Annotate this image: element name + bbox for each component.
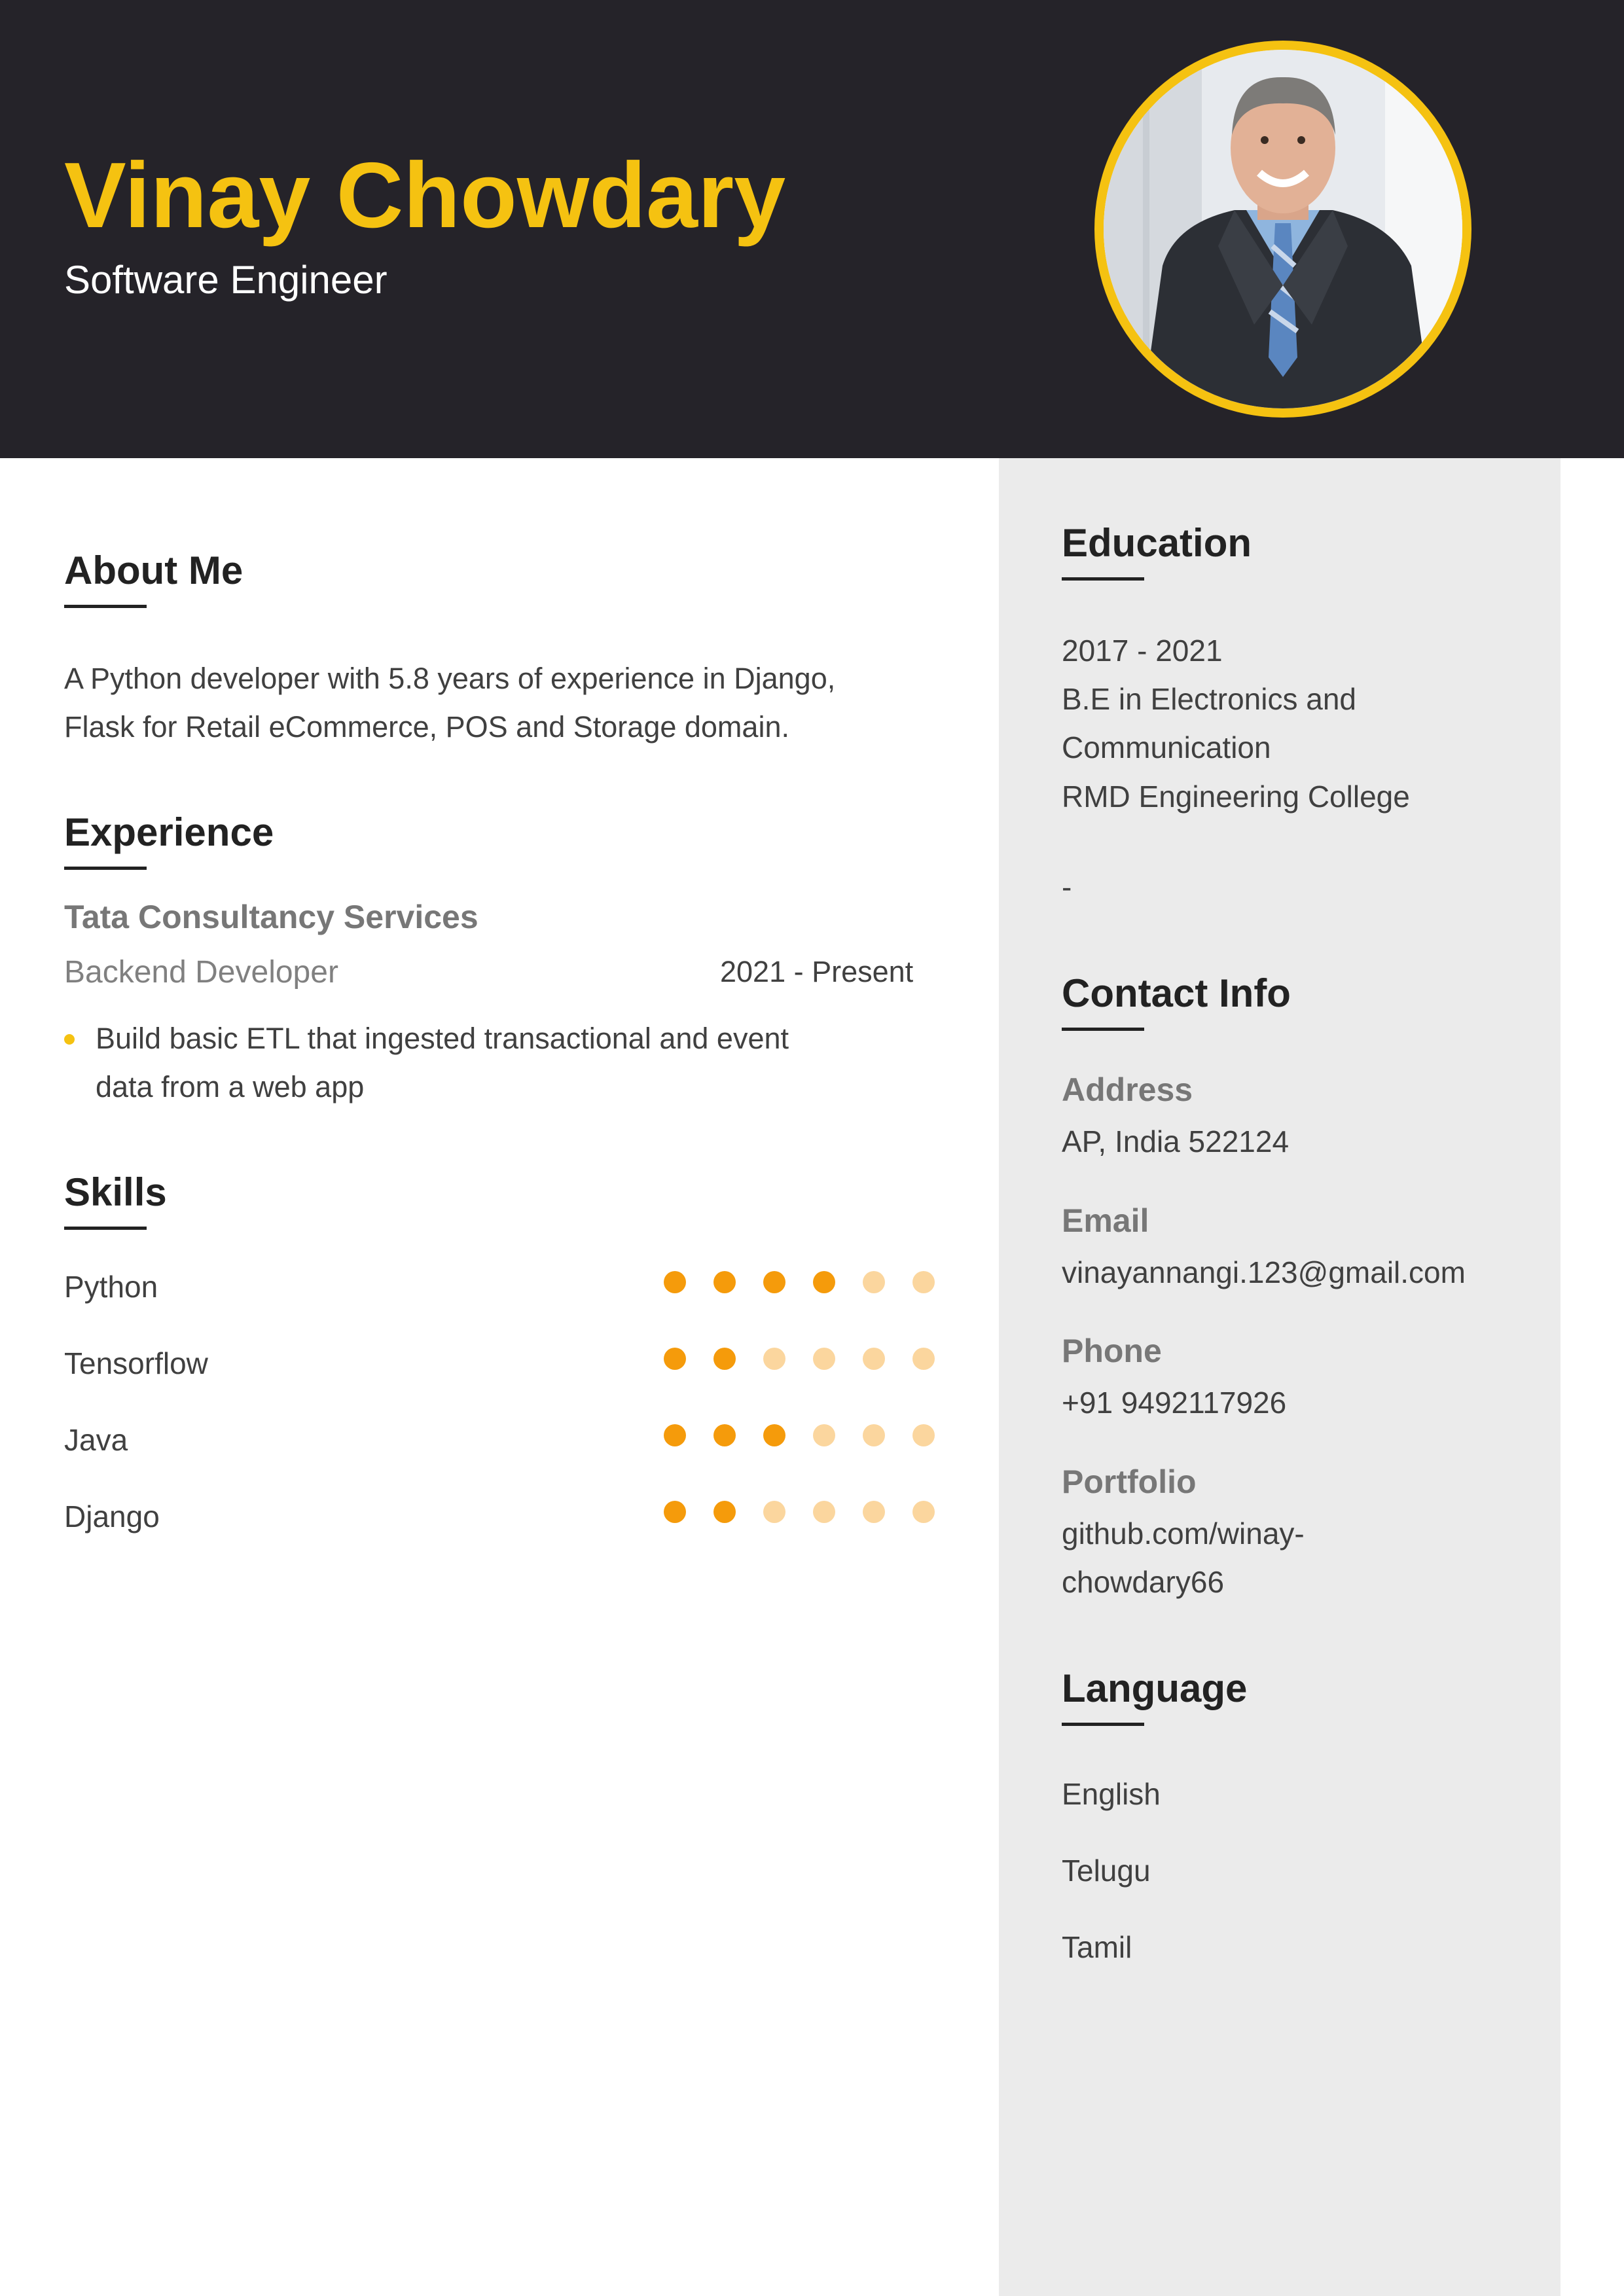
skill-rating (664, 1424, 939, 1448)
language-heading: Language (1062, 1666, 1248, 1710)
skill-dot (813, 1424, 835, 1446)
contact-underline (1062, 1028, 1144, 1031)
education-degree-line-2: Communication (1062, 730, 1271, 764)
skill-dot (664, 1501, 686, 1523)
phone-value[interactable]: +91 9492117926 (1062, 1378, 1286, 1427)
skill-dot (713, 1501, 736, 1523)
skill-dot (863, 1271, 885, 1293)
profile-photo-frame (1094, 41, 1471, 418)
portfolio-label: Portfolio (1062, 1463, 1197, 1500)
company-name: Tata Consultancy Services (64, 899, 478, 935)
skill-dot (912, 1424, 935, 1446)
skill-dot (863, 1501, 885, 1523)
experience-bullet-line-2: data from a web app (96, 1070, 365, 1103)
skill-name: Django (64, 1499, 160, 1534)
email-value[interactable]: vinayannangi.123@gmail.com (1062, 1248, 1466, 1297)
skill-dot (863, 1348, 885, 1370)
skill-dot (912, 1348, 935, 1370)
skill-dot (763, 1348, 785, 1370)
skill-dot (763, 1271, 785, 1293)
profile-photo-image (1104, 50, 1462, 408)
skill-name: Tensorflow (64, 1346, 208, 1380)
education-college: RMD Engineering College (1062, 780, 1410, 814)
skill-dot (664, 1348, 686, 1370)
language-item: Tamil (1062, 1930, 1132, 1964)
about-heading: About Me (64, 548, 244, 592)
skill-dot (813, 1348, 835, 1370)
education-degree-line-1: B.E in Electronics and (1062, 682, 1357, 716)
candidate-name: Vinay Chowdary (64, 143, 786, 247)
education-years: 2017 - 2021 (1062, 634, 1223, 668)
skill-dot (912, 1501, 935, 1523)
experience-underline (64, 867, 147, 870)
skill-dot (664, 1271, 686, 1293)
language-item: English (1062, 1777, 1161, 1811)
address-label: Address (1062, 1071, 1193, 1108)
skill-dot (713, 1424, 736, 1446)
skill-dot (713, 1348, 736, 1370)
language-underline (1062, 1723, 1144, 1726)
skill-dot (664, 1424, 686, 1446)
bullet-icon (64, 1034, 75, 1045)
education-extra: - (1062, 870, 1072, 904)
skill-rating (664, 1501, 939, 1524)
experience-heading: Experience (64, 810, 274, 854)
portfolio-link-line-1[interactable]: github.com/winay- (1062, 1509, 1305, 1558)
skill-dot (713, 1271, 736, 1293)
about-line-1: A Python developer with 5.8 years of exp… (64, 662, 836, 695)
profile-photo (1104, 50, 1462, 408)
skill-name: Java (64, 1423, 128, 1457)
skill-name: Python (64, 1270, 158, 1304)
language-item: Telugu (1062, 1854, 1151, 1888)
skill-dot (763, 1424, 785, 1446)
skill-dot (863, 1424, 885, 1446)
candidate-title: Software Engineer (64, 258, 388, 302)
skill-dot (763, 1501, 785, 1523)
email-label: Email (1062, 1202, 1149, 1239)
skill-dot (912, 1271, 935, 1293)
skill-rating (664, 1348, 939, 1371)
skills-underline (64, 1227, 147, 1230)
skill-dot (813, 1271, 835, 1293)
education-underline (1062, 577, 1144, 581)
address-value: AP, India 522124 (1062, 1124, 1290, 1158)
experience-bullet-line-1: Build basic ETL that ingested transactio… (96, 1022, 789, 1055)
about-line-2: Flask for Retail eCommerce, POS and Stor… (64, 710, 789, 744)
skill-rating (664, 1271, 939, 1295)
portfolio-link-line-2[interactable]: chowdary66 (1062, 1558, 1224, 1606)
education-heading: Education (1062, 521, 1252, 565)
skill-dot (813, 1501, 835, 1523)
job-period: 2021 - Present (720, 955, 914, 988)
job-role: Backend Developer (64, 955, 338, 990)
skills-heading: Skills (64, 1170, 167, 1214)
about-underline (64, 605, 147, 608)
phone-label: Phone (1062, 1333, 1162, 1369)
contact-heading: Contact Info (1062, 971, 1291, 1015)
resume-header: Vinay Chowdary Software Engineer (0, 0, 1624, 458)
